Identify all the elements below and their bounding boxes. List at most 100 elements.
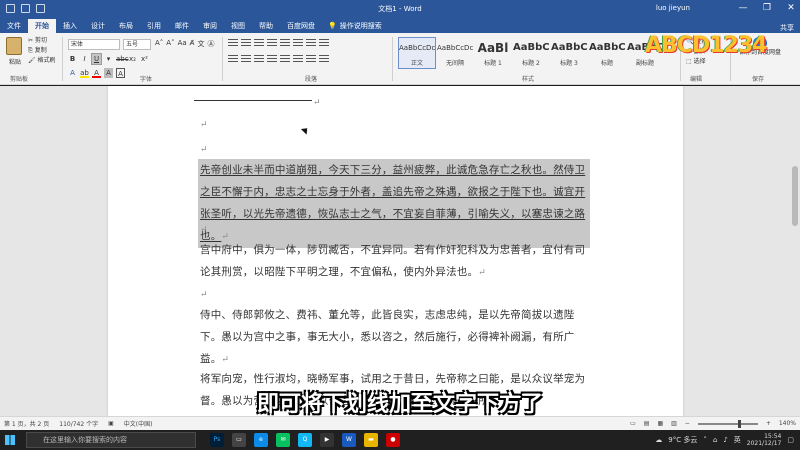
focus-mode-icon[interactable]: ▭ — [630, 420, 636, 427]
show-marks-icon[interactable] — [319, 39, 329, 48]
change-case-icon[interactable]: Aa — [178, 39, 187, 49]
tab-references[interactable]: 引用 — [140, 19, 168, 33]
distributed-icon[interactable] — [280, 55, 290, 64]
subscript-icon[interactable]: x₂ — [128, 54, 137, 64]
print-layout-icon[interactable]: ▦ — [657, 420, 663, 427]
select-button[interactable]: ⬚ 选择 — [686, 57, 707, 67]
grow-font-icon[interactable]: A˄ — [155, 39, 163, 49]
vertical-scrollbar[interactable] — [790, 86, 800, 416]
restore-button[interactable]: ❐ — [762, 2, 772, 14]
tab-view[interactable]: 视图 — [224, 19, 252, 33]
phonetic-guide-icon[interactable]: 文 — [197, 39, 204, 49]
paste-button[interactable]: 粘贴 — [6, 37, 24, 67]
weather-icon[interactable]: ☁ — [655, 436, 662, 444]
align-left-icon[interactable] — [228, 55, 238, 64]
zoom-out-button[interactable]: − — [685, 420, 690, 427]
style-no-spacing[interactable]: AaBbCcDc 无间隔 — [436, 37, 474, 69]
taskbar-search-box[interactable]: 在这里输入你要搜索的内容 — [26, 432, 196, 448]
proofing-icon[interactable]: ▣ — [108, 420, 114, 427]
bold-icon[interactable]: B — [68, 54, 77, 64]
format-painter-button[interactable]: 🖌 格式刷 — [28, 56, 56, 66]
strikethrough-icon[interactable]: abc — [116, 54, 129, 64]
tell-me-search[interactable]: 💡 操作说明搜索 — [322, 19, 388, 33]
underline-icon[interactable]: U — [91, 53, 102, 65]
tab-mailings[interactable]: 邮件 — [168, 19, 196, 33]
zoom-slider-knob[interactable] — [737, 419, 741, 428]
font-color-icon[interactable]: A — [92, 68, 101, 78]
shading-icon[interactable] — [306, 55, 316, 64]
style-normal[interactable]: AaBbCcDc 正文 — [398, 37, 436, 69]
qq-icon[interactable]: Q — [298, 433, 312, 447]
tab-review[interactable]: 审阅 — [196, 19, 224, 33]
page-count[interactable]: 第 1 页，共 2 页 — [4, 419, 49, 428]
shrink-font-icon[interactable]: A˅ — [166, 39, 174, 49]
tab-insert[interactable]: 插入 — [56, 19, 84, 33]
font-size-select[interactable]: 五号 — [123, 39, 151, 50]
share-button[interactable]: 共享 — [780, 23, 800, 33]
style-heading-1[interactable]: AaBl 标题 1 — [474, 37, 512, 69]
tab-design[interactable]: 设计 — [84, 19, 112, 33]
decrease-indent-icon[interactable] — [267, 39, 277, 48]
web-layout-icon[interactable]: ▥ — [671, 420, 677, 427]
font-name-select[interactable]: 宋体 — [68, 39, 120, 50]
task-view-icon[interactable]: ▭ — [232, 433, 246, 447]
notification-icon[interactable]: ▢ — [787, 436, 794, 444]
zoom-level[interactable]: 140% — [779, 420, 796, 427]
volume-icon[interactable]: ♪ — [723, 436, 727, 444]
read-mode-icon[interactable]: ▤ — [644, 420, 650, 427]
user-name[interactable]: luo jieyun — [656, 4, 690, 12]
taskbar-clock[interactable]: 15:54 2021/12/17 — [747, 433, 782, 447]
superscript-icon[interactable]: x² — [140, 54, 149, 64]
paragraph[interactable]: 宫中府中，俱为一体，陟罚臧否，不宜异同。若有作奸犯科及为忠善者，宜付有司论其刑赏… — [200, 239, 592, 284]
italic-icon[interactable]: I — [80, 54, 89, 64]
wechat-icon[interactable]: ✉ — [276, 433, 290, 447]
minimize-button[interactable]: — — [738, 2, 748, 14]
multilevel-list-icon[interactable] — [254, 39, 264, 48]
language-indicator[interactable]: 中文(中国) — [124, 419, 153, 428]
increase-indent-icon[interactable] — [280, 39, 290, 48]
clear-format-icon[interactable]: A̸ — [190, 39, 195, 49]
justify-icon[interactable] — [267, 55, 277, 64]
numbering-icon[interactable] — [241, 39, 251, 48]
tray-expand-icon[interactable]: ˄ — [703, 436, 707, 444]
text-effects-icon[interactable]: A — [68, 68, 77, 78]
file-explorer-icon[interactable]: ▬ — [364, 433, 378, 447]
style-title[interactable]: AaBbC 标题 — [588, 37, 626, 69]
photoshop-icon[interactable]: Ps — [210, 433, 224, 447]
word-app-icon[interactable]: W — [342, 433, 356, 447]
video-app-icon[interactable]: ▶ — [320, 433, 334, 447]
windows-start-icon[interactable] — [5, 435, 15, 445]
highlight-icon[interactable]: ab — [80, 68, 89, 78]
tab-file[interactable]: 文件 — [0, 19, 28, 33]
tab-help[interactable]: 帮助 — [252, 19, 280, 33]
bullets-icon[interactable] — [228, 39, 238, 48]
tab-layout[interactable]: 布局 — [112, 19, 140, 33]
document-page[interactable]: ↵ ↵ ↵ 先帝创业未半而中道崩殂，今天下三分，益州疲弊，此诚危急存亡之秋也。然… — [108, 86, 683, 416]
style-heading-2[interactable]: AaBbC 标题 2 — [512, 37, 550, 69]
weather-text[interactable]: 9°C 多云 — [668, 435, 697, 445]
line-spacing-icon[interactable] — [293, 55, 303, 64]
copy-button[interactable]: ⎘ 复制 — [28, 46, 56, 56]
word-count[interactable]: 110/742 个字 — [59, 419, 98, 428]
network-icon[interactable]: ⌂ — [713, 436, 717, 444]
tab-baidu-netdisk[interactable]: 百度网盘 — [280, 19, 322, 33]
underline-dropdown-icon[interactable]: ▾ — [104, 54, 113, 64]
recorder-icon[interactable]: ● — [386, 433, 400, 447]
close-button[interactable]: ✕ — [786, 2, 796, 14]
style-heading-3[interactable]: AaBbC 标题 3 — [550, 37, 588, 69]
zoom-in-button[interactable]: + — [766, 420, 771, 427]
sort-icon[interactable] — [306, 39, 316, 48]
chinese-layout-icon[interactable] — [293, 39, 303, 48]
char-shading-icon[interactable]: A — [104, 68, 113, 78]
enclose-char-icon[interactable]: Ⓐ — [207, 39, 214, 49]
align-center-icon[interactable] — [241, 55, 251, 64]
borders-icon[interactable] — [319, 55, 329, 64]
zoom-slider[interactable] — [697, 419, 758, 428]
edge-icon[interactable]: e — [254, 433, 268, 447]
cut-button[interactable]: ✂ 剪切 — [28, 36, 56, 46]
tab-home[interactable]: 开始 — [28, 19, 56, 33]
scrollbar-thumb[interactable] — [792, 166, 798, 226]
char-border-icon[interactable]: A — [116, 68, 125, 78]
ime-indicator[interactable]: 英 — [734, 435, 741, 445]
align-right-icon[interactable] — [254, 55, 264, 64]
